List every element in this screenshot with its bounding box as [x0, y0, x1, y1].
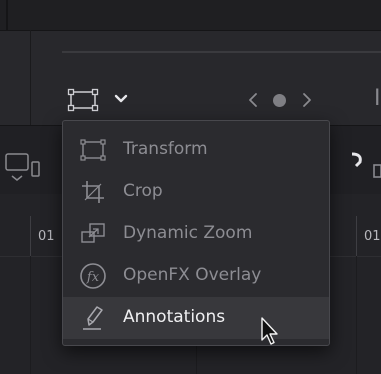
- menu-item-dynamic-zoom[interactable]: Dynamic Zoom: [63, 213, 329, 255]
- menu-item-crop[interactable]: Crop: [63, 171, 329, 213]
- dynamic-zoom-icon: [81, 223, 105, 243]
- menu-item-label: Transform: [123, 139, 208, 159]
- timeline-tick: [30, 216, 31, 256]
- toolbar-partial-glyph: I: [374, 86, 381, 111]
- onscreen-controls-menu: Transform Crop Dynamic Zoom fx OpenFX Ov…: [62, 120, 330, 346]
- timecode-label: 01: [364, 229, 381, 244]
- annotations-pen-icon: [83, 306, 103, 330]
- transform-rect-icon[interactable]: [66, 88, 102, 112]
- chevron-down-icon[interactable]: [112, 90, 130, 108]
- timeline-gridline: [30, 256, 31, 374]
- menu-item-label: OpenFX Overlay: [123, 265, 262, 285]
- top-strip: [0, 0, 381, 31]
- mouse-pointer-icon: [261, 317, 278, 345]
- menu-item-openfx-overlay[interactable]: fx OpenFX Overlay: [63, 255, 329, 297]
- menu-item-label: Crop: [123, 181, 163, 201]
- toolbar-rule: [62, 51, 381, 53]
- timeline-gridline: [356, 256, 357, 374]
- openfx-overlay-icon: fx: [80, 263, 106, 289]
- viewer-toolbar: I: [0, 0, 381, 125]
- crop-icon: [82, 181, 104, 203]
- menu-item-label: Dynamic Zoom: [123, 223, 253, 243]
- svg-text:fx: fx: [86, 270, 100, 285]
- chevron-right-icon[interactable]: [300, 92, 314, 108]
- menu-item-annotations[interactable]: Annotations: [63, 297, 329, 339]
- menu-item-transform[interactable]: Transform: [63, 129, 329, 171]
- menu-item-label: Annotations: [123, 307, 226, 327]
- viewer-mode-icon[interactable]: [4, 150, 42, 186]
- partial-tool-icon[interactable]: [372, 163, 381, 179]
- toolbar-divider: [30, 30, 31, 125]
- chevron-left-icon[interactable]: [246, 92, 260, 108]
- transform-icon: [80, 139, 106, 161]
- partial-tool-icon[interactable]: [346, 150, 366, 174]
- timeline-tick: [356, 216, 357, 256]
- timecode-label: 01: [38, 229, 55, 244]
- dot-icon[interactable]: [273, 94, 286, 107]
- strip-segment: [6, 0, 8, 30]
